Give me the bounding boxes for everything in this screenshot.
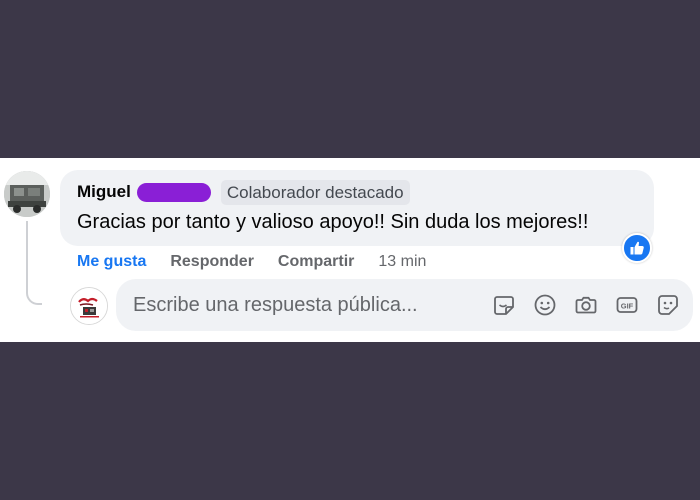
comment-actions: Me gusta Responder Compartir 13 min bbox=[77, 251, 426, 273]
like-button[interactable]: Me gusta bbox=[77, 253, 146, 271]
camera-icon[interactable] bbox=[573, 292, 599, 318]
gif-icon[interactable]: GIF bbox=[614, 292, 640, 318]
previous-comment-fragment bbox=[80, 158, 340, 161]
reply-composer: GIF bbox=[116, 279, 693, 331]
composer-tools: GIF bbox=[476, 292, 681, 318]
current-user-avatar bbox=[70, 287, 108, 325]
sticker-icon[interactable] bbox=[491, 292, 517, 318]
reply-input[interactable] bbox=[133, 293, 476, 317]
svg-text:GIF: GIF bbox=[621, 301, 634, 310]
redacted-surname bbox=[136, 182, 211, 202]
thumbs-up-icon[interactable] bbox=[622, 233, 652, 263]
comment-text: Gracias por tanto y valioso apoyo!! Sin … bbox=[77, 211, 589, 233]
top-contributor-badge: Colaborador destacado bbox=[220, 179, 410, 205]
comment-author[interactable]: Miguel bbox=[77, 182, 131, 202]
comment-timestamp[interactable]: 13 min bbox=[378, 253, 426, 271]
share-button[interactable]: Compartir bbox=[278, 253, 354, 271]
thread-connector bbox=[26, 221, 42, 305]
emoji-icon[interactable] bbox=[532, 292, 558, 318]
commenter-avatar[interactable] bbox=[4, 171, 50, 217]
comment-bubble: Miguel Colaborador destacado Gracias por… bbox=[60, 170, 654, 246]
avatar-sticker-icon[interactable] bbox=[655, 292, 681, 318]
comment-card: Miguel Colaborador destacado Gracias por… bbox=[0, 158, 700, 342]
reply-button[interactable]: Responder bbox=[170, 253, 254, 271]
